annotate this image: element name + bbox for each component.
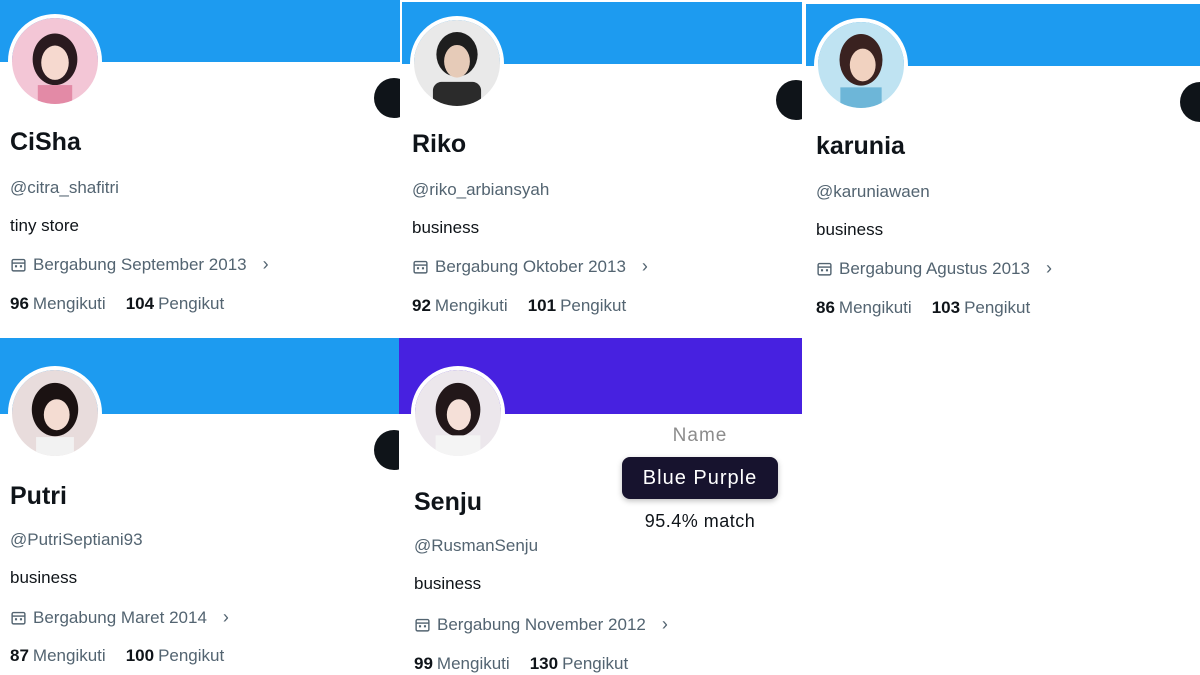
followers-link[interactable]: 103 Pengikut bbox=[932, 298, 1031, 318]
profile-handle: @PutriSeptiani93 bbox=[10, 530, 143, 549]
followers-label: Pengikut bbox=[158, 646, 225, 665]
following-link[interactable]: 87 Mengikuti bbox=[10, 646, 106, 666]
profile-handle: @karuniawaen bbox=[816, 182, 930, 201]
edit-profile-button[interactable] bbox=[1180, 82, 1200, 122]
chevron-right-icon: › bbox=[222, 607, 229, 627]
avatar[interactable] bbox=[411, 366, 505, 460]
profile-bio: business bbox=[10, 568, 78, 587]
following-count: 86 bbox=[816, 298, 835, 317]
chevron-right-icon: › bbox=[1045, 258, 1052, 278]
profile-name: Senju bbox=[414, 488, 483, 516]
joined-label: Bergabung Maret 2014 bbox=[33, 607, 207, 627]
following-label: Mengikuti bbox=[838, 298, 912, 317]
following-label: Mengikuti bbox=[32, 646, 106, 665]
chevron-right-icon: › bbox=[661, 614, 668, 634]
following-count: 92 bbox=[412, 296, 431, 315]
followers-link[interactable]: 130 Pengikut bbox=[530, 654, 629, 674]
followers-link[interactable]: 104 Pengikut bbox=[126, 294, 225, 314]
profile-name: CiSha bbox=[10, 128, 81, 156]
color-name-label: Name bbox=[672, 425, 728, 446]
color-name-pill[interactable]: Blue Purple bbox=[622, 457, 778, 499]
joined-date[interactable]: Bergabung Maret 2014 › bbox=[10, 607, 229, 628]
calendar-icon bbox=[412, 258, 429, 275]
edit-profile-button[interactable] bbox=[776, 80, 802, 120]
joined-date[interactable]: Bergabung Agustus 2013 › bbox=[816, 258, 1052, 279]
following-link[interactable]: 96 Mengikuti bbox=[10, 294, 106, 314]
chevron-right-icon: › bbox=[641, 256, 648, 276]
followers-link[interactable]: 101 Pengikut bbox=[528, 296, 627, 316]
following-label: Mengikuti bbox=[32, 294, 106, 313]
calendar-icon bbox=[10, 609, 27, 626]
profile-name: Riko bbox=[412, 130, 467, 158]
following-label: Mengikuti bbox=[436, 654, 510, 673]
followers-count: 101 bbox=[527, 296, 557, 315]
joined-label: Bergabung September 2013 bbox=[33, 254, 247, 274]
following-count: 87 bbox=[10, 646, 29, 665]
follow-stats: 92 Mengikuti 101 Pengikut bbox=[412, 296, 626, 316]
profile-bio: tiny store bbox=[10, 216, 79, 235]
followers-count: 103 bbox=[931, 298, 961, 317]
profile-card-putri: Putri @PutriSeptiani93 business Bergabun… bbox=[0, 338, 400, 675]
followers-count: 130 bbox=[529, 654, 559, 673]
edit-profile-button[interactable] bbox=[374, 78, 400, 118]
edit-profile-button[interactable] bbox=[374, 430, 400, 470]
profile-handle: @riko_arbiansyah bbox=[412, 180, 550, 199]
profile-name: Putri bbox=[10, 482, 67, 510]
profile-card-cisha: CiSha @citra_shafitri tiny store Bergabu… bbox=[0, 0, 400, 337]
following-count: 99 bbox=[414, 654, 433, 673]
color-match-percent: 95.4% match bbox=[644, 511, 756, 531]
profile-card-riko: Riko @riko_arbiansyah business Bergabung… bbox=[402, 2, 802, 339]
avatar[interactable] bbox=[8, 14, 102, 108]
following-link[interactable]: 86 Mengikuti bbox=[816, 298, 912, 318]
calendar-icon bbox=[816, 260, 833, 277]
joined-label: Bergabung Agustus 2013 bbox=[839, 258, 1030, 278]
profile-card-karunia: karunia @karuniawaen business Bergabung … bbox=[806, 4, 1200, 341]
followers-label: Pengikut bbox=[964, 298, 1031, 317]
joined-label: Bergabung Oktober 2013 bbox=[435, 256, 626, 276]
followers-label: Pengikut bbox=[562, 654, 629, 673]
avatar[interactable] bbox=[410, 16, 504, 110]
profile-handle: @RusmanSenju bbox=[414, 536, 539, 555]
calendar-icon bbox=[10, 256, 27, 273]
following-count: 96 bbox=[10, 294, 29, 313]
avatar[interactable] bbox=[8, 366, 102, 460]
following-link[interactable]: 99 Mengikuti bbox=[414, 654, 510, 674]
avatar[interactable] bbox=[814, 18, 908, 112]
follow-stats: 87 Mengikuti 100 Pengikut bbox=[10, 646, 224, 666]
followers-link[interactable]: 100 Pengikut bbox=[126, 646, 225, 666]
color-match-overlay: Name Blue Purple 95.4% match bbox=[620, 425, 780, 532]
followers-count: 100 bbox=[125, 646, 155, 665]
following-link[interactable]: 92 Mengikuti bbox=[412, 296, 508, 316]
follow-stats: 99 Mengikuti 130 Pengikut bbox=[414, 654, 628, 674]
joined-date[interactable]: Bergabung September 2013 › bbox=[10, 254, 269, 275]
profile-handle: @citra_shafitri bbox=[10, 178, 119, 197]
joined-date[interactable]: Bergabung November 2012 › bbox=[414, 614, 668, 635]
followers-label: Pengikut bbox=[560, 296, 627, 315]
follow-stats: 96 Mengikuti 104 Pengikut bbox=[10, 294, 224, 314]
chevron-right-icon: › bbox=[262, 254, 269, 274]
following-label: Mengikuti bbox=[434, 296, 508, 315]
followers-label: Pengikut bbox=[158, 294, 225, 313]
joined-label: Bergabung November 2012 bbox=[437, 614, 646, 634]
follow-stats: 86 Mengikuti 103 Pengikut bbox=[816, 298, 1030, 318]
joined-date[interactable]: Bergabung Oktober 2013 › bbox=[412, 256, 648, 277]
profile-name: karunia bbox=[816, 132, 905, 160]
profile-bio: business bbox=[816, 220, 884, 239]
calendar-icon bbox=[414, 616, 431, 633]
profile-bio: business bbox=[412, 218, 480, 237]
followers-count: 104 bbox=[125, 294, 155, 313]
profile-bio: business bbox=[414, 574, 482, 593]
